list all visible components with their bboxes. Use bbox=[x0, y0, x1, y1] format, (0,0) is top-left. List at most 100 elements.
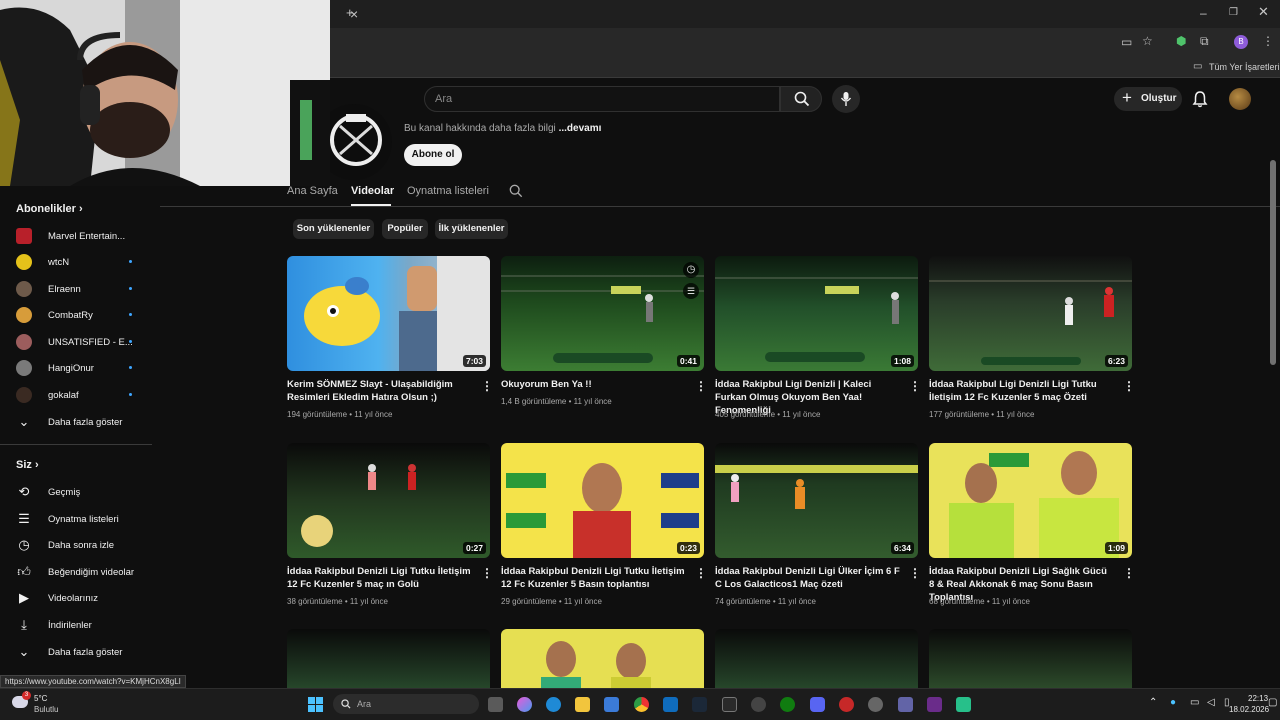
sidebar-subscription[interactable]: gokalaf bbox=[0, 382, 152, 408]
outlook-icon[interactable] bbox=[663, 697, 678, 712]
notifications-bell-icon[interactable] bbox=[1192, 90, 1208, 108]
epic-games-icon[interactable] bbox=[722, 697, 737, 712]
new-tab-button[interactable]: + bbox=[346, 6, 354, 20]
speedometer-icon[interactable] bbox=[751, 697, 766, 712]
sidebar-item-history[interactable]: ⟲ Geçmiş bbox=[0, 479, 152, 505]
search-button[interactable] bbox=[780, 86, 822, 112]
more-vert-icon[interactable]: ⋮ bbox=[1262, 34, 1274, 48]
video-thumbnail[interactable] bbox=[501, 629, 704, 688]
video-title[interactable]: İddaa Rakipbul Denizli Ligi Ülker İçim 6… bbox=[715, 565, 900, 591]
settings-icon[interactable] bbox=[868, 697, 883, 712]
tab-playlists[interactable]: Oynatma listeleri bbox=[407, 185, 489, 197]
tab-home[interactable]: Ana Sayfa bbox=[287, 185, 338, 197]
video-menu-icon[interactable]: ⋮ bbox=[695, 567, 707, 579]
video-thumbnail[interactable]: 0:23 bbox=[501, 443, 704, 558]
sidebar-subscription[interactable]: CombatRy bbox=[0, 302, 152, 328]
discord-icon[interactable] bbox=[810, 697, 825, 712]
mic-tray-icon[interactable]: ● bbox=[1170, 697, 1176, 708]
video-title[interactable]: Kerim SÖNMEZ Slayt - Ulaşabildiğim Resim… bbox=[287, 378, 472, 404]
video-menu-icon[interactable]: ⋮ bbox=[481, 380, 493, 392]
subscribe-button[interactable]: Abone ol bbox=[404, 144, 462, 166]
clock-date[interactable]: 18.02.2026 bbox=[1229, 705, 1269, 714]
sidebar-item-liked[interactable]: 👍︎ Beğendiğim videolar bbox=[0, 559, 152, 585]
sidebar-subscription[interactable]: HangiOnur bbox=[0, 355, 152, 381]
video-thumbnail[interactable]: 7:03 bbox=[287, 256, 490, 371]
subscriptions-heading[interactable]: Abonelikler › bbox=[16, 203, 83, 215]
xbox-icon[interactable] bbox=[780, 697, 795, 712]
network-icon[interactable]: ▭ bbox=[1190, 697, 1199, 708]
teams-icon[interactable] bbox=[898, 697, 913, 712]
video-menu-icon[interactable]: ⋮ bbox=[1123, 380, 1135, 392]
star-icon[interactable]: ☆ bbox=[1142, 34, 1153, 48]
weather-temp[interactable]: 5°C bbox=[34, 694, 47, 703]
video-thumbnail[interactable] bbox=[929, 629, 1132, 688]
search-input[interactable]: Ara bbox=[424, 86, 780, 112]
sidebar-subscription[interactable]: Elraenn bbox=[0, 276, 152, 302]
app-icon-next[interactable] bbox=[927, 697, 942, 712]
sidebar-subscription[interactable]: Marvel Entertain... bbox=[0, 223, 152, 249]
you-heading[interactable]: Siz › bbox=[16, 459, 39, 471]
profile-avatar[interactable]: B bbox=[1234, 35, 1248, 49]
sidebar-item-your-videos[interactable]: ▶ Videolarınız bbox=[0, 585, 152, 611]
video-thumbnail[interactable]: 6:23 bbox=[929, 256, 1132, 371]
cast-icon[interactable]: ▭ bbox=[1121, 35, 1132, 49]
video-title[interactable]: Okuyorum Ben Ya !! bbox=[501, 378, 686, 391]
copilot-icon[interactable] bbox=[517, 697, 532, 712]
task-view-icon[interactable] bbox=[488, 697, 503, 712]
video-thumbnail[interactable]: 1:08 bbox=[715, 256, 918, 371]
steam-icon[interactable] bbox=[692, 697, 707, 712]
video-thumbnail[interactable] bbox=[715, 629, 918, 688]
video-menu-icon[interactable]: ⋮ bbox=[481, 567, 493, 579]
edge-icon[interactable] bbox=[546, 697, 561, 712]
video-menu-icon[interactable]: ⋮ bbox=[909, 380, 921, 392]
extension-shield-icon[interactable]: ⬢ bbox=[1176, 34, 1186, 48]
video-thumbnail[interactable]: 0:27 bbox=[287, 443, 490, 558]
taskbar-search[interactable]: Ara bbox=[333, 694, 479, 714]
add-to-queue-icon[interactable]: ☰ bbox=[683, 283, 699, 299]
sidebar-item-playlists[interactable]: ☰ Oynatma listeleri bbox=[0, 506, 152, 532]
page-scrollbar[interactable] bbox=[1270, 160, 1276, 365]
video-menu-icon[interactable]: ⋮ bbox=[1123, 567, 1135, 579]
sidebar-item-watch-later[interactable]: ◷ Daha sonra izle bbox=[0, 532, 152, 558]
all-bookmarks-link[interactable]: Tüm Yer İşaretleri bbox=[1209, 62, 1280, 72]
create-button[interactable]: + Oluştur bbox=[1114, 87, 1182, 111]
voice-search-button[interactable] bbox=[832, 85, 860, 113]
chip-popular[interactable]: Popüler bbox=[382, 219, 428, 239]
account-avatar[interactable] bbox=[1229, 88, 1251, 110]
chevron-up-icon[interactable]: ⌃ bbox=[1149, 697, 1157, 708]
restore-icon[interactable]: ❐ bbox=[1229, 6, 1238, 20]
channel-description[interactable]: Bu kanal hakkında daha fazla bilgi ...de… bbox=[404, 123, 601, 134]
video-thumbnail[interactable]: 6:34 bbox=[715, 443, 918, 558]
window-close-icon[interactable]: ✕ bbox=[1258, 5, 1269, 19]
tab-videos[interactable]: Videolar bbox=[351, 185, 394, 197]
video-title[interactable]: İddaa Rakipbul Ligi Denizli Ligi Tutku İ… bbox=[929, 378, 1114, 404]
video-title[interactable]: İddaa Rakipbul Denizli Ligi Tutku İletiş… bbox=[287, 565, 472, 591]
sidebar-subscription[interactable]: wtcN bbox=[0, 249, 152, 275]
video-title[interactable]: İddaa Rakipbul Denizli Ligi Tutku İletiş… bbox=[501, 565, 686, 591]
sidebar-subscription[interactable]: UNSATISFIED - E... bbox=[0, 329, 152, 355]
sidebar-show-more[interactable]: ⌄ Daha fazla göster bbox=[0, 409, 152, 435]
video-thumbnail[interactable]: 1:09 bbox=[929, 443, 1132, 558]
file-explorer-icon[interactable] bbox=[575, 697, 590, 712]
notification-icon[interactable]: ▢ bbox=[1268, 697, 1277, 708]
extensions-icon[interactable]: ⧉ bbox=[1200, 34, 1209, 48]
video-thumbnail[interactable]: ◷ ☰ 0:41 bbox=[501, 256, 704, 371]
app-icon-green[interactable] bbox=[956, 697, 971, 712]
store-icon[interactable] bbox=[604, 697, 619, 712]
video-menu-icon[interactable]: ⋮ bbox=[909, 567, 921, 579]
windows-start-icon[interactable] bbox=[308, 697, 323, 712]
chrome-icon[interactable] bbox=[634, 697, 649, 712]
clock-time[interactable]: 22:13 bbox=[1248, 694, 1268, 703]
volume-icon[interactable]: ◁ bbox=[1207, 697, 1215, 708]
sidebar-show-more[interactable]: ⌄ Daha fazla göster bbox=[0, 639, 152, 665]
video-menu-icon[interactable]: ⋮ bbox=[695, 380, 707, 392]
channel-search-icon[interactable] bbox=[509, 184, 523, 198]
app-icon[interactable] bbox=[839, 697, 854, 712]
watch-later-icon[interactable]: ◷ bbox=[683, 262, 699, 278]
chip-latest[interactable]: Son yüklenenler bbox=[293, 219, 374, 239]
chip-oldest[interactable]: İlk yüklenenler bbox=[435, 219, 508, 239]
more-link[interactable]: ...devamı bbox=[559, 123, 602, 134]
video-thumbnail[interactable] bbox=[287, 629, 490, 688]
minimize-icon[interactable]: – bbox=[1200, 6, 1207, 20]
sidebar-item-downloads[interactable]: ⤓ İndirilenler bbox=[0, 612, 152, 638]
